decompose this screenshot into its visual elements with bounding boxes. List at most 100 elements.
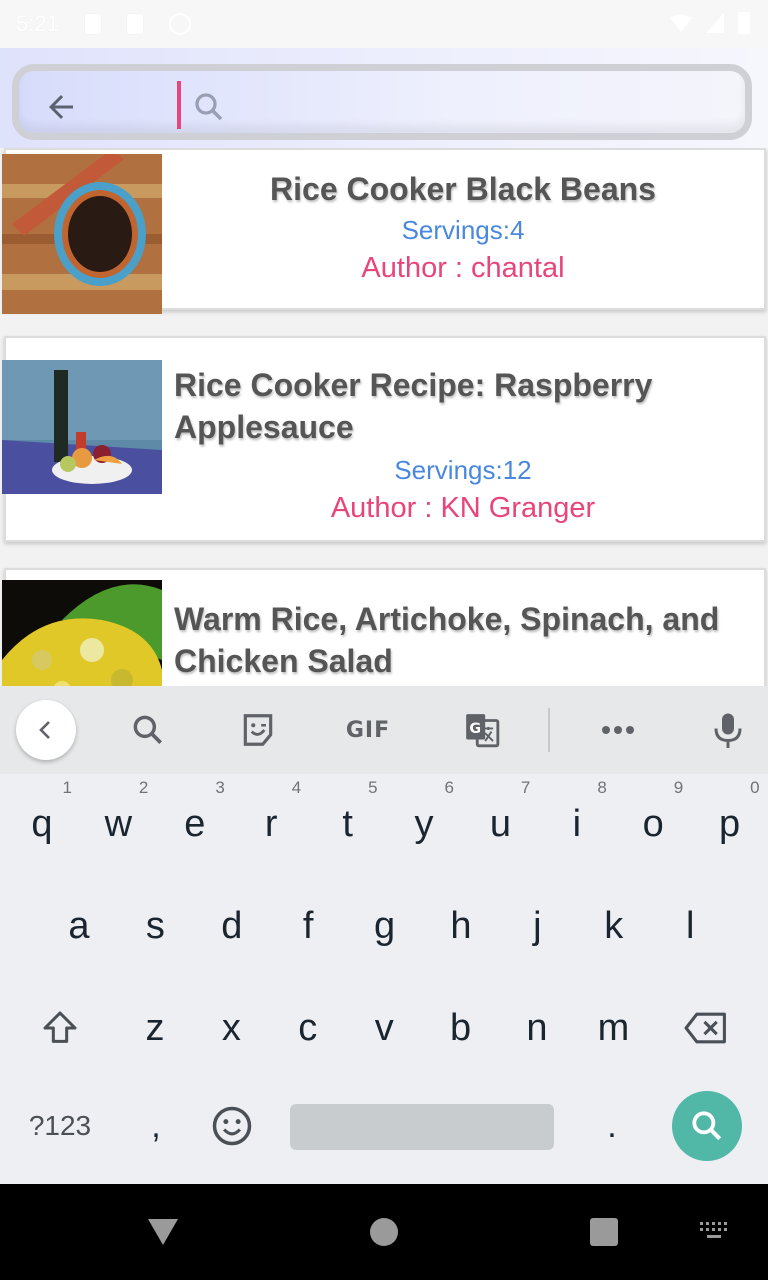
letter-key[interactable]: f	[270, 876, 346, 976]
key-label: w	[104, 802, 133, 845]
toolbar-divider	[548, 708, 550, 752]
recipe-title: Warm Rice, Artichoke, Spinach, and Chick…	[174, 601, 720, 679]
key-label: q	[31, 802, 53, 845]
key-label: c	[298, 1006, 318, 1049]
key-number-hint: 3	[215, 778, 225, 797]
letter-key[interactable]: g	[347, 876, 423, 976]
symbols-key[interactable]: ?123	[22, 1076, 98, 1176]
key-label: g	[374, 904, 396, 947]
letter-key[interactable]: l	[652, 876, 728, 976]
emoji-key[interactable]	[194, 1076, 270, 1176]
sd-card-icon	[126, 14, 143, 34]
more-options-button[interactable]	[588, 700, 648, 760]
key-label: j	[533, 904, 542, 947]
letter-key[interactable]: p0	[692, 774, 768, 874]
period-key[interactable]: .	[574, 1076, 650, 1176]
key-number-hint: 2	[138, 778, 149, 797]
key-label: a	[68, 904, 90, 947]
recipe-card[interactable]: Rice Cooker Black Beans Servings:4 Autho…	[2, 148, 766, 314]
gif-button[interactable]: GIF	[338, 700, 398, 760]
letter-key[interactable]: e3	[157, 774, 233, 874]
rice-salad-photo	[2, 580, 162, 686]
search-input[interactable]	[12, 64, 752, 140]
letter-key[interactable]: j	[499, 876, 575, 976]
letter-key[interactable]: n	[499, 978, 575, 1078]
letter-key[interactable]: m	[575, 978, 651, 1078]
voice-input-button[interactable]	[698, 700, 758, 760]
comma-key[interactable]: ,	[118, 1076, 194, 1176]
letter-key[interactable]: y6	[386, 774, 462, 874]
letter-key[interactable]: c	[270, 978, 346, 1078]
recipe-card[interactable]: Rice Cooker Recipe: Raspberry Applesauce…	[2, 336, 766, 542]
letter-key[interactable]: o9	[615, 774, 691, 874]
letter-key[interactable]: t5	[310, 774, 386, 874]
keyboard-search-action-key[interactable]	[672, 1091, 742, 1161]
letter-key[interactable]: k	[576, 876, 652, 976]
screen: 5:21 Rice Cooker Black Beans Servings:4 …	[0, 0, 768, 1280]
nav-back-button[interactable]	[143, 1212, 183, 1252]
sync-icon	[168, 13, 191, 35]
shift-icon	[43, 1011, 77, 1043]
key-label: l	[685, 904, 695, 947]
black-beans-photo	[2, 154, 162, 314]
backspace-key[interactable]	[668, 978, 744, 1078]
recipe-title: Rice Cooker Black Beans	[270, 171, 656, 207]
letter-key[interactable]: b	[423, 978, 499, 1078]
key-label: s	[145, 904, 165, 947]
key-number-hint: 9	[673, 778, 684, 797]
key-label: u	[489, 802, 511, 845]
microphone-icon	[714, 713, 742, 748]
signal-icon	[706, 13, 724, 33]
recipe-thumbnail	[2, 154, 162, 314]
emoji-smile-icon	[212, 1106, 252, 1146]
key-label: f	[302, 904, 314, 947]
shift-key[interactable]	[22, 978, 98, 1078]
chevron-left-icon	[39, 721, 50, 739]
more-horizontal-icon	[602, 726, 634, 734]
translate-button[interactable]: G	[452, 700, 512, 760]
back-triangle-icon	[148, 1219, 178, 1245]
key-label: b	[450, 1006, 472, 1049]
svg-text:G: G	[469, 721, 481, 737]
search-icon	[133, 715, 163, 745]
letter-key[interactable]: r4	[233, 774, 309, 874]
keyboard-switch-button[interactable]	[696, 1212, 736, 1252]
letter-key[interactable]: a	[41, 876, 117, 976]
key-label: n	[526, 1006, 548, 1049]
search-header	[0, 48, 768, 148]
keyboard-search-button[interactable]	[118, 700, 178, 760]
key-label: k	[604, 904, 624, 947]
nav-recents-button[interactable]	[584, 1212, 624, 1252]
key-number-hint: 4	[291, 778, 302, 797]
wifi-icon	[670, 14, 692, 32]
letter-key[interactable]: h	[423, 876, 499, 976]
space-key[interactable]	[290, 1104, 554, 1150]
notification-icon	[84, 14, 101, 34]
letter-key[interactable]: u7	[462, 774, 538, 874]
back-button[interactable]	[41, 87, 81, 127]
seaside-picnic-photo	[2, 360, 162, 494]
recipe-card-body: Rice Cooker Black Beans Servings:4 Autho…	[162, 150, 764, 308]
key-label: m	[597, 1006, 630, 1049]
search-hint-icon-wrap	[191, 89, 227, 130]
key-label: p	[719, 802, 741, 845]
letter-key[interactable]: q1	[4, 774, 80, 874]
keyboard-switch-icon	[700, 1222, 727, 1238]
nav-home-button[interactable]	[364, 1212, 404, 1252]
key-label: h	[450, 904, 472, 947]
keyboard-collapse-button[interactable]	[16, 700, 76, 760]
key-number-hint: 8	[597, 778, 607, 797]
recipe-card-body: Rice Cooker Recipe: Raspberry Applesauce…	[162, 338, 764, 540]
letter-key[interactable]: w2	[80, 774, 156, 874]
recipe-author: Author : KN Granger	[330, 492, 596, 524]
key-number-hint: 0	[750, 778, 760, 797]
letter-key[interactable]: s	[117, 876, 193, 976]
sticker-button[interactable]	[228, 700, 288, 760]
letter-key[interactable]: z	[117, 978, 193, 1078]
letter-key[interactable]: d	[194, 876, 270, 976]
letter-key[interactable]: i8	[539, 774, 615, 874]
key-label: v	[374, 1006, 394, 1049]
recipe-card[interactable]: Warm Rice, Artichoke, Spinach, and Chick…	[2, 568, 766, 686]
letter-key[interactable]: x	[193, 978, 269, 1078]
letter-key[interactable]: v	[346, 978, 422, 1078]
